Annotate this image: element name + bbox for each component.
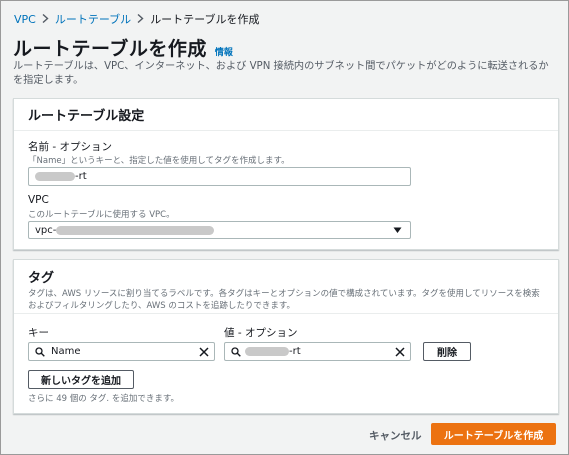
tags-panel-title: タグ [28,271,55,286]
vpc-select-value-prefix: vpc- [35,224,57,236]
info-link[interactable]: 情報 [215,45,233,58]
tags-description: タグは、AWS リソースに割り当てるラベルです。各タグはキーとオプションの値で構… [28,289,540,311]
chevron-right-icon [42,13,49,26]
page-description: ルートテーブルは、VPC、インターネット、および VPN 接続内のサブネット間で… [13,61,549,86]
remove-tag-button[interactable]: 削除 [423,342,471,361]
redacted-text [56,225,215,235]
clear-icon[interactable] [395,347,405,357]
page-title: ルートテーブルを作成 [13,38,207,60]
settings-panel-header: ルートテーブル設定 [14,99,558,131]
name-description: 「Name」というキーと、指定した値を使用してタグを作成します。 [28,156,290,166]
name-label: 名前 - オプション [28,141,112,153]
breadcrumb-route-tables[interactable]: ルートテーブル [55,11,131,27]
tag-key-input[interactable]: Name [28,342,215,361]
window-frame: VPC ルートテーブル ルートテーブルを作成 ルートテーブルを作成 情報 ルート… [0,0,569,455]
tag-value-label: 値 - オプション [224,327,298,339]
search-icon [35,346,45,357]
vpc-select[interactable]: vpc- [28,221,411,239]
breadcrumb-vpc[interactable]: VPC [14,13,36,26]
tags-panel: タグ タグは、AWS リソースに割り当てるラベルです。各タグはキーとオプションの… [13,259,559,414]
name-input[interactable]: -rt [28,167,411,186]
search-icon [231,346,241,357]
tag-value-input[interactable]: -rt [224,342,411,361]
breadcrumb-current: ルートテーブルを作成 [150,13,260,26]
route-table-settings-panel: ルートテーブル設定 名前 - オプション 「Name」というキーと、指定した値を… [13,98,559,250]
add-tag-button[interactable]: 新しいタグを追加 [28,370,134,389]
tag-key-value: Name [51,346,81,357]
create-route-table-button[interactable]: ルートテーブルを作成 [431,423,556,445]
tag-value-suffix: -rt [289,346,301,357]
settings-panel-title: ルートテーブル設定 [28,109,145,124]
cancel-button[interactable]: キャンセル [369,428,422,443]
breadcrumb: VPC ルートテーブル ルートテーブルを作成 [14,11,260,27]
clear-icon[interactable] [199,347,209,357]
tags-panel-header: タグ タグは、AWS リソースに割り当てるラベルです。各タグはキーとオプションの… [14,260,558,314]
caret-down-icon [393,226,402,237]
vpc-description: このルートテーブルに使用する VPC。 [28,210,175,220]
name-input-value-suffix: -rt [75,171,87,182]
vpc-label: VPC [28,194,49,206]
tags-remaining: さらに 49 個の タグ. を追加できます。 [28,394,179,404]
redacted-text [35,172,75,181]
chevron-right-icon [137,13,144,26]
tag-key-label: キー [28,327,49,339]
title-row: ルートテーブルを作成 情報 [13,34,233,61]
redacted-text [245,347,289,356]
